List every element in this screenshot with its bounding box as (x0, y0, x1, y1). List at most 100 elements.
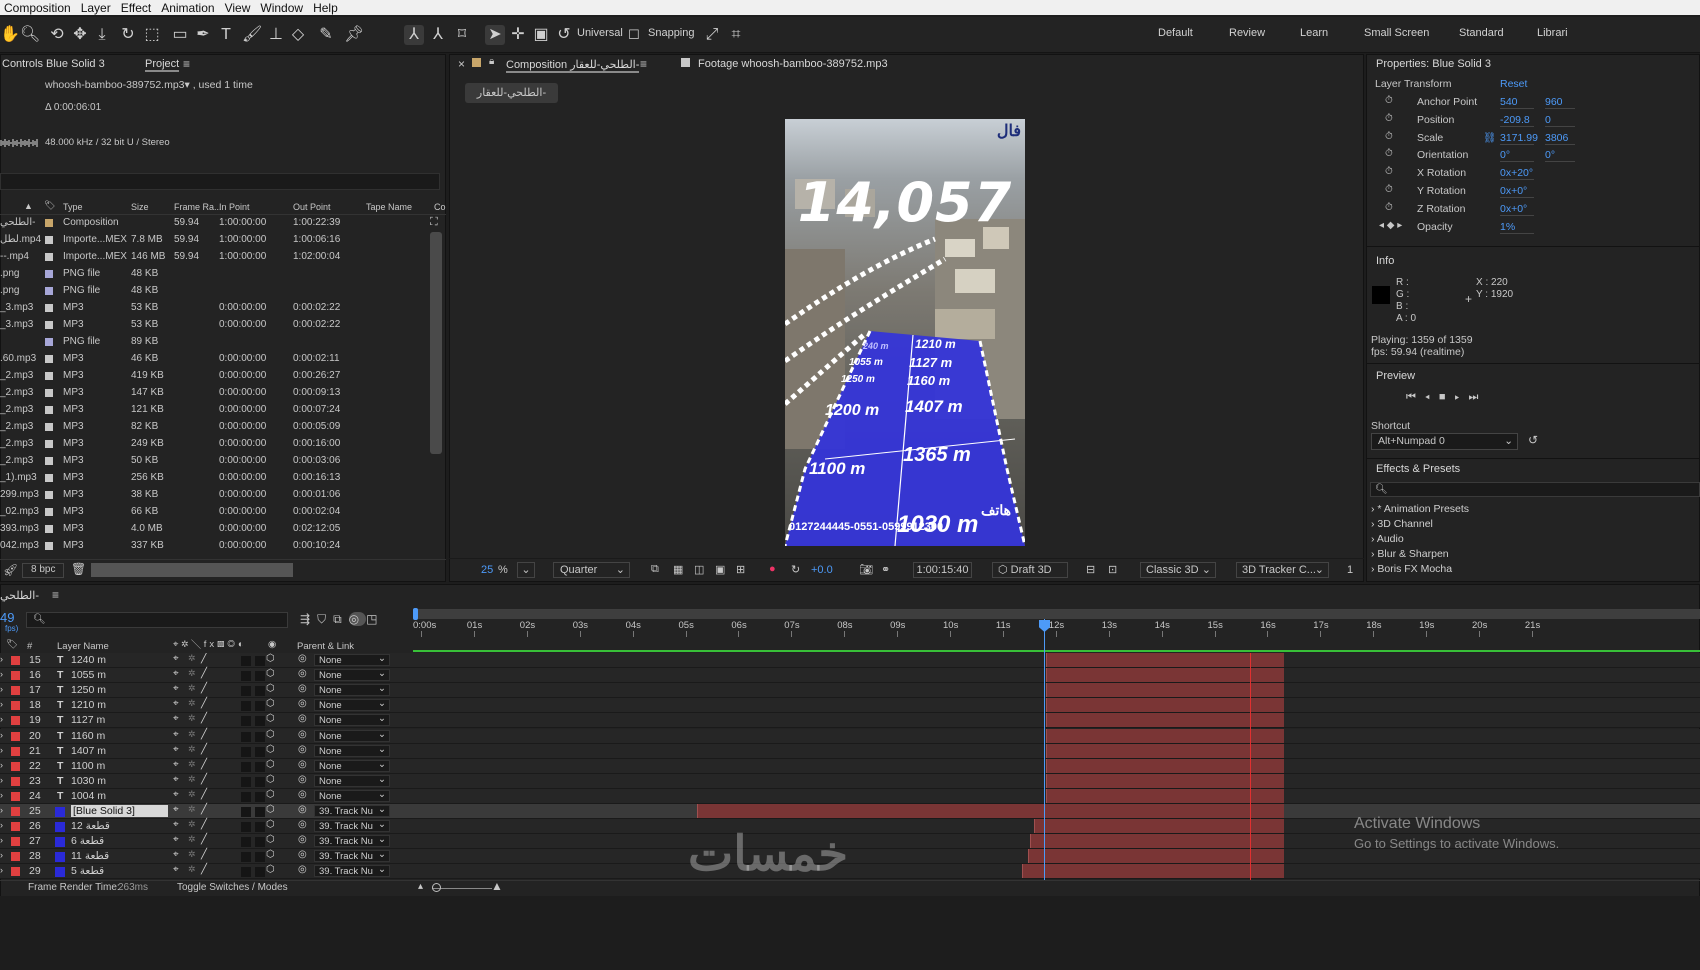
layer-switch-box[interactable] (255, 716, 265, 727)
collapse-switch-icon[interactable]: ✲ (188, 864, 196, 875)
zoom-in-icon[interactable]: ▲ (491, 879, 503, 893)
project-footer-slider[interactable] (91, 563, 293, 577)
toggle-switches-modes[interactable]: Toggle Switches / Modes (177, 882, 288, 893)
layer-switch-box[interactable] (255, 791, 265, 802)
shy-icon[interactable]: ⧉ (333, 612, 349, 626)
3d-layer-icon[interactable]: ⬡ (266, 683, 275, 694)
label-tag-icon[interactable]: 🏷︎ (44, 200, 55, 211)
3d-layer-icon[interactable]: ⬡ (266, 804, 275, 815)
project-item-label-color[interactable] (45, 542, 53, 550)
layer-name[interactable]: 5 قطعة (71, 865, 104, 877)
collapse-switch-icon[interactable]: ✲ (188, 804, 196, 815)
pen-tool-icon[interactable]: ✒ (193, 25, 213, 45)
timeline-zoom-slider[interactable] (432, 888, 492, 889)
property-value-2[interactable]: 0 (1545, 114, 1575, 127)
pickwhip-icon[interactable]: ◎ (298, 849, 307, 860)
pickwhip-icon[interactable]: ◎ (298, 668, 307, 679)
transparency-grid-icon[interactable]: ▦ (673, 563, 683, 576)
layer-name[interactable]: 1160 m (71, 730, 105, 742)
expand-chevron-icon[interactable]: › (0, 714, 3, 724)
exposure-value[interactable]: +0.0 (811, 564, 833, 576)
layer-label-color[interactable] (11, 731, 20, 741)
project-item-row[interactable]: --.mp4 Importe...MEX 146 MB 59.94 1:00:00:00… (0, 249, 428, 266)
rotate-tool-icon[interactable]: ↻ (118, 25, 138, 45)
workspace-libraries[interactable]: Librari (1537, 27, 1568, 39)
quality-switch-icon[interactable]: ╱ (201, 713, 207, 724)
effects-category[interactable]: › 3D Channel (1371, 518, 1433, 530)
3d-layer-icon[interactable]: ⬡ (266, 834, 275, 845)
layer-switch-box[interactable] (255, 822, 265, 833)
timeline-layer-row[interactable]: › 19 T 1127 m ⌖ ✲ ╱ ⬡ ◎ None ⌄ (0, 713, 1700, 729)
quality-switch-icon[interactable]: ╱ (201, 653, 207, 664)
draft-3d-timeline-icon[interactable]: ⛉ (317, 612, 333, 626)
tab-composition[interactable]: Composition الطلحي-للعقار- (506, 58, 640, 73)
motion-blur-icon[interactable]: ◳ (366, 612, 384, 626)
zoom-value[interactable]: 25 (481, 564, 493, 576)
pickwhip-icon[interactable]: ◎ (298, 759, 307, 770)
pan-camera-icon[interactable]: ✥ (70, 25, 90, 45)
project-item-label-color[interactable] (45, 287, 53, 295)
layer-name[interactable]: 1004 m (71, 790, 106, 802)
workspace-default[interactable]: Default (1158, 27, 1193, 39)
timeline-layer-row[interactable]: › 21 T 1407 m ⌖ ✲ ╱ ⬡ ◎ None ⌄ (0, 743, 1700, 759)
property-value-2[interactable]: 960 (1545, 96, 1575, 109)
timeline-search-input[interactable]: 🔍︎ (26, 612, 288, 628)
menu-help[interactable]: Help (313, 1, 338, 15)
collapse-switch-icon[interactable]: ✲ (188, 744, 196, 755)
3d-layer-icon[interactable]: ⬡ (266, 698, 275, 709)
current-time-field[interactable]: 1:00:15:40 (913, 562, 972, 578)
property-value-1[interactable]: -209.8 (1500, 114, 1534, 127)
layer-duration-bar[interactable] (1034, 819, 1284, 834)
time-ruler[interactable]: 0:00s 01s 02s 03s 04s 05s 06s 07s 08s 09s 10s 11s 12… (413, 619, 1700, 637)
pickwhip-icon[interactable]: ◎ (298, 789, 307, 800)
layer-name[interactable]: 1250 m (71, 684, 106, 696)
resolution-dropdown[interactable]: Quarter ⌄ (553, 562, 630, 578)
stopwatch-icon[interactable]: ⏱︎ (1385, 148, 1393, 159)
extended-viewer-icon[interactable]: ⊡ (1108, 563, 1117, 576)
mask-visibility-icon[interactable]: ◫ (694, 563, 704, 576)
project-item-row[interactable]: _2.mp3 MP3 249 KB 0:00:00:00 0:00:16:00 (0, 436, 428, 453)
3d-ground-plane-icon[interactable]: ⊟ (1086, 563, 1095, 576)
layer-switch-box[interactable] (255, 852, 265, 863)
snapping-checkbox-icon[interactable]: ☐ (624, 25, 644, 45)
stopwatch-icon[interactable]: ⏱︎ (1385, 202, 1393, 213)
col-parent[interactable]: Parent & Link (297, 641, 354, 652)
project-item-row[interactable]: لطل.mp4 Importe...MEX 7.8 MB 59.94 1:00:00:0… (0, 232, 428, 249)
trash-icon[interactable]: 🗑︎ (71, 562, 86, 576)
layer-switch-box[interactable] (241, 701, 251, 712)
col-in-point[interactable]: In Point (219, 202, 250, 212)
project-item-label-color[interactable] (45, 270, 53, 278)
layer-label-color[interactable] (11, 686, 20, 696)
layer-switch-box[interactable] (241, 837, 251, 848)
expand-chevron-icon[interactable]: › (0, 684, 3, 694)
layer-duration-bar[interactable] (1046, 743, 1284, 758)
parent-dropdown[interactable]: None ⌄ (314, 789, 390, 802)
property-value-1[interactable]: 0x+0° (1500, 203, 1534, 216)
parent-dropdown[interactable]: 39. Track Nu ⌄ (314, 834, 390, 848)
layer-duration-bar[interactable] (1030, 834, 1284, 849)
layer-label-color[interactable] (11, 716, 20, 726)
timeline-layer-row[interactable]: › 28 11 قطعة ⌖ ✲ ╱ ⬡ ◎ 39. Track Nu ⌄ (0, 849, 1700, 865)
roto-brush-icon[interactable]: ✎ (316, 25, 336, 45)
parent-dropdown[interactable]: 39. Track Nu ⌄ (314, 849, 390, 863)
3d-axis-view-icon[interactable]: ⌑ (452, 25, 472, 45)
layer-name[interactable]: 1210 m (71, 699, 106, 711)
expand-chevron-icon[interactable]: › (0, 760, 3, 770)
project-item-row[interactable]: 393.mp3 MP3 4.0 MB 0:00:00:00 0:02:12:05 (0, 521, 428, 538)
layer-switch-box[interactable] (255, 807, 265, 817)
collapse-switch-icon[interactable]: ✲ (188, 759, 196, 770)
project-item-label-color[interactable] (45, 508, 53, 516)
col-type[interactable]: Type (63, 202, 83, 212)
reset-exposure-icon[interactable]: ↻ (791, 563, 800, 576)
selection-tool-icon[interactable]: ➤ (485, 25, 505, 45)
sort-arrow-icon[interactable]: ▲ (24, 201, 33, 211)
stopwatch-icon[interactable]: ⏱︎ (1385, 95, 1393, 106)
rectangle-tool-icon[interactable]: ▭ (170, 25, 190, 45)
close-tab-icon[interactable]: × (458, 57, 465, 71)
panel-menu-icon[interactable]: ≡ (183, 57, 190, 71)
pickwhip-icon[interactable]: ◎ (298, 834, 307, 845)
orbit-camera-icon[interactable]: ⟲ (47, 25, 67, 45)
layer-duration-bar[interactable] (1046, 713, 1284, 728)
project-item-row[interactable]: _2.mp3 MP3 419 KB 0:00:00:00 0:00:26:27 (0, 368, 428, 385)
type-tool-icon[interactable]: T (216, 25, 236, 45)
